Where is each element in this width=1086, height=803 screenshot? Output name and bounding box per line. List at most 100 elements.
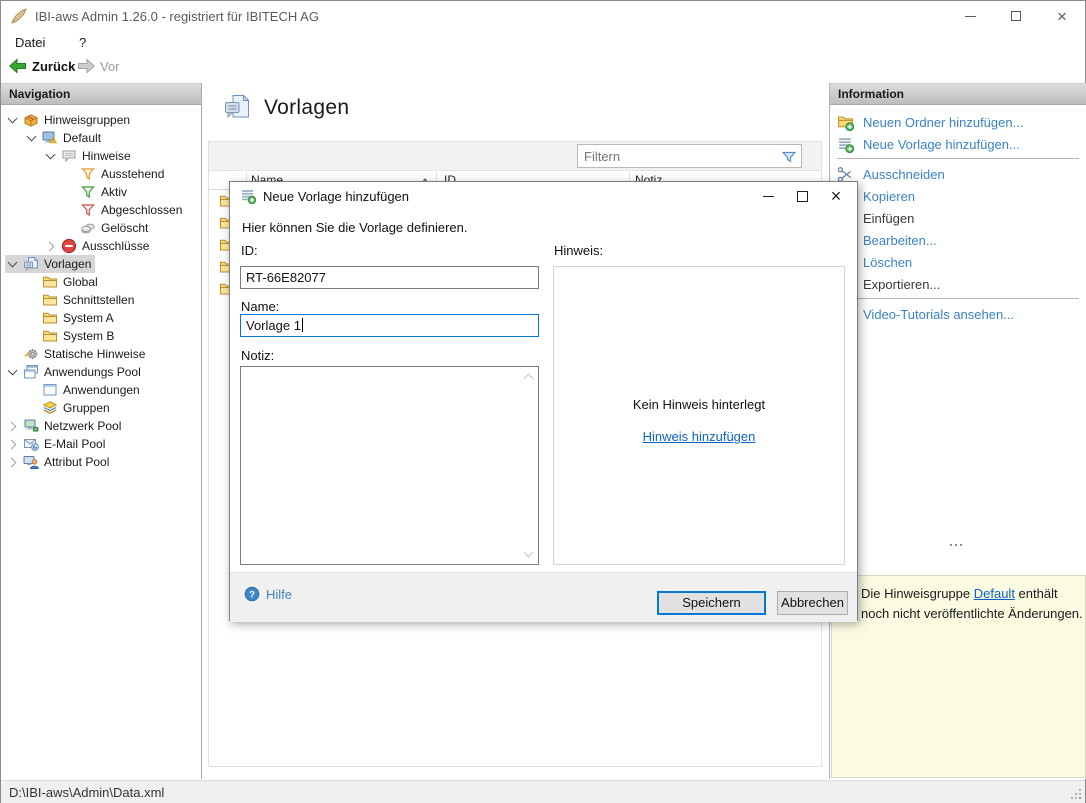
- tree-item-hinweisgruppen[interactable]: Hinweisgruppen: [1, 111, 201, 129]
- tree-item-abgeschlossen[interactable]: Abgeschlossen: [1, 201, 201, 219]
- information-box: Die Hinweisgruppe Default enthält noch n…: [831, 575, 1086, 778]
- id-label: ID:: [241, 243, 258, 258]
- action-einfügen[interactable]: Einfügen: [830, 207, 1086, 229]
- tree-item-label: Gruppen: [63, 401, 110, 415]
- tree-item-system-b[interactable]: System B: [1, 327, 201, 345]
- action-label: Exportieren...: [863, 276, 941, 292]
- resize-grip[interactable]: [1079, 797, 1081, 799]
- tree-item-default[interactable]: Default: [1, 129, 201, 147]
- tree-item-label: Anwendungen: [63, 383, 140, 397]
- data-file-path: D:\IBI-aws\Admin\Data.xml: [9, 785, 165, 800]
- svg-text:?: ?: [249, 589, 255, 600]
- tree-item-attribut-pool[interactable]: Attribut Pool: [1, 453, 201, 471]
- add-hinweis-link[interactable]: Hinweis hinzufügen: [643, 429, 756, 444]
- tree-item-label: Ausstehend: [101, 167, 165, 181]
- action-bearbeiten[interactable]: Bearbeiten...: [830, 229, 1086, 251]
- dialog-minimize-button[interactable]: [751, 182, 785, 210]
- filter-input[interactable]: [584, 147, 774, 165]
- help-button[interactable]: ? Hilfe: [244, 586, 292, 602]
- dialog-maximize-button[interactable]: [785, 182, 819, 210]
- chevron-expanded-icon[interactable]: [26, 132, 38, 144]
- tree-item-global[interactable]: Global: [1, 273, 201, 291]
- scroll-down-icon[interactable]: [524, 549, 534, 559]
- tree-item-aktiv[interactable]: Aktiv: [1, 183, 201, 201]
- tree-item-label: Schnittstellen: [63, 293, 135, 307]
- action-label: Neuen Ordner hinzufügen...: [863, 114, 1024, 130]
- menu-help[interactable]: ?: [73, 34, 92, 51]
- tree-item-hinweise[interactable]: Hinweise: [1, 147, 201, 165]
- dialog-maximize-icon: [796, 190, 808, 202]
- chevron-expanded-icon[interactable]: [7, 258, 19, 270]
- tree-item-netzwerk-pool[interactable]: Netzwerk Pool: [1, 417, 201, 435]
- nav-toolbar: Zurück Vor: [1, 53, 1085, 83]
- tree-item-anwendungs-pool[interactable]: Anwendungs Pool: [1, 363, 201, 381]
- navigation-header: Navigation: [1, 83, 201, 105]
- action-neuen-ordner-hinzufügen[interactable]: Neuen Ordner hinzufügen...: [830, 111, 1086, 133]
- save-button[interactable]: Speichern: [657, 591, 766, 615]
- action-label: Video-Tutorials ansehen...: [863, 306, 1015, 322]
- note-textarea[interactable]: [240, 366, 539, 565]
- action-löschen[interactable]: Löschen: [830, 251, 1086, 273]
- action-neue-vorlage-hinzufügen[interactable]: Neue Vorlage hinzufügen...: [830, 133, 1086, 155]
- titlebar: IBI-aws Admin 1.26.0 - registriert für I…: [1, 1, 1085, 31]
- chevron-expanded-icon[interactable]: [45, 150, 57, 162]
- action-video-tutorials-ansehen[interactable]: Video-Tutorials ansehen...: [830, 303, 1086, 325]
- action-ausschneiden[interactable]: Ausschneiden: [830, 163, 1086, 185]
- filter-funnel-icon[interactable]: [781, 149, 797, 165]
- back-label: Zurück: [32, 58, 76, 74]
- menubar: Datei ?: [1, 31, 1085, 53]
- default-group-link[interactable]: Default: [974, 586, 1015, 601]
- tree-item-label: System A: [63, 311, 114, 325]
- information-header: Information: [830, 83, 1086, 105]
- cancel-button[interactable]: Abbrechen: [777, 591, 848, 615]
- minimize-button[interactable]: [947, 1, 993, 31]
- minus-circle-red-icon: [61, 238, 77, 254]
- name-input[interactable]: Vorlage 1: [240, 314, 539, 337]
- back-button[interactable]: Zurück: [9, 58, 75, 74]
- chevron-collapsed-icon[interactable]: [45, 240, 57, 252]
- dialog-template-add-icon: [240, 188, 257, 205]
- tree-item-schnittstellen[interactable]: Schnittstellen: [1, 291, 201, 309]
- chevron-expanded-icon[interactable]: [7, 114, 19, 126]
- maximize-button[interactable]: [993, 1, 1039, 31]
- tree-item-system-a[interactable]: System A: [1, 309, 201, 327]
- information-text: Die Hinweisgruppe Default enthält noch n…: [861, 586, 1083, 621]
- gear-static-icon: [23, 346, 39, 362]
- tree-item-label: Hinweisgruppen: [44, 113, 131, 127]
- dialog-close-button[interactable]: ×: [819, 182, 853, 210]
- close-button[interactable]: ×: [1039, 1, 1085, 31]
- folder-icon: [42, 328, 58, 344]
- chevron-expanded-icon[interactable]: [7, 366, 19, 378]
- tree-item-anwendungen[interactable]: Anwendungen: [1, 381, 201, 399]
- scroll-up-icon[interactable]: [524, 372, 534, 382]
- tree-item-label: Abgeschlossen: [101, 203, 183, 217]
- chevron-collapsed-icon[interactable]: [7, 420, 19, 432]
- tree-item-statische-hinweise[interactable]: Statische Hinweise: [1, 345, 201, 363]
- action-label: Einfügen: [863, 210, 915, 226]
- forward-button[interactable]: Vor: [77, 58, 120, 74]
- tree-item-vorlagen[interactable]: Vorlagen: [1, 255, 201, 273]
- dialog-titlebar: Neue Vorlage hinzufügen ×: [230, 182, 857, 210]
- folder-icon: [42, 310, 58, 326]
- panel-splitter-handle[interactable]: [950, 544, 952, 546]
- id-input[interactable]: RT-66E82077: [240, 266, 539, 289]
- tree-item-label: Default: [63, 131, 102, 145]
- action-kopieren[interactable]: Kopieren: [830, 185, 1086, 207]
- tree-item-ausschlüsse[interactable]: Ausschlüsse: [1, 237, 201, 255]
- tree-item-ausstehend[interactable]: Ausstehend: [1, 165, 201, 183]
- menu-datei[interactable]: Datei: [9, 34, 51, 51]
- tree-item-e-mail-pool[interactable]: E-Mail Pool: [1, 435, 201, 453]
- action-label: Neue Vorlage hinzufügen...: [863, 136, 1020, 152]
- chevron-collapsed-icon[interactable]: [7, 456, 19, 468]
- tree-item-gelöscht[interactable]: Gelöscht: [1, 219, 201, 237]
- name-label: Name:: [241, 299, 280, 314]
- hinweis-label: Hinweis:: [554, 243, 604, 258]
- action-exportieren[interactable]: Exportieren...: [830, 273, 1086, 295]
- chevron-collapsed-icon[interactable]: [7, 438, 19, 450]
- window-title: IBI-aws Admin 1.26.0 - registriert für I…: [35, 9, 319, 24]
- tree-item-gruppen[interactable]: Gruppen: [1, 399, 201, 417]
- tree-item-label: Netzwerk Pool: [44, 419, 122, 433]
- help-icon: ?: [244, 586, 260, 602]
